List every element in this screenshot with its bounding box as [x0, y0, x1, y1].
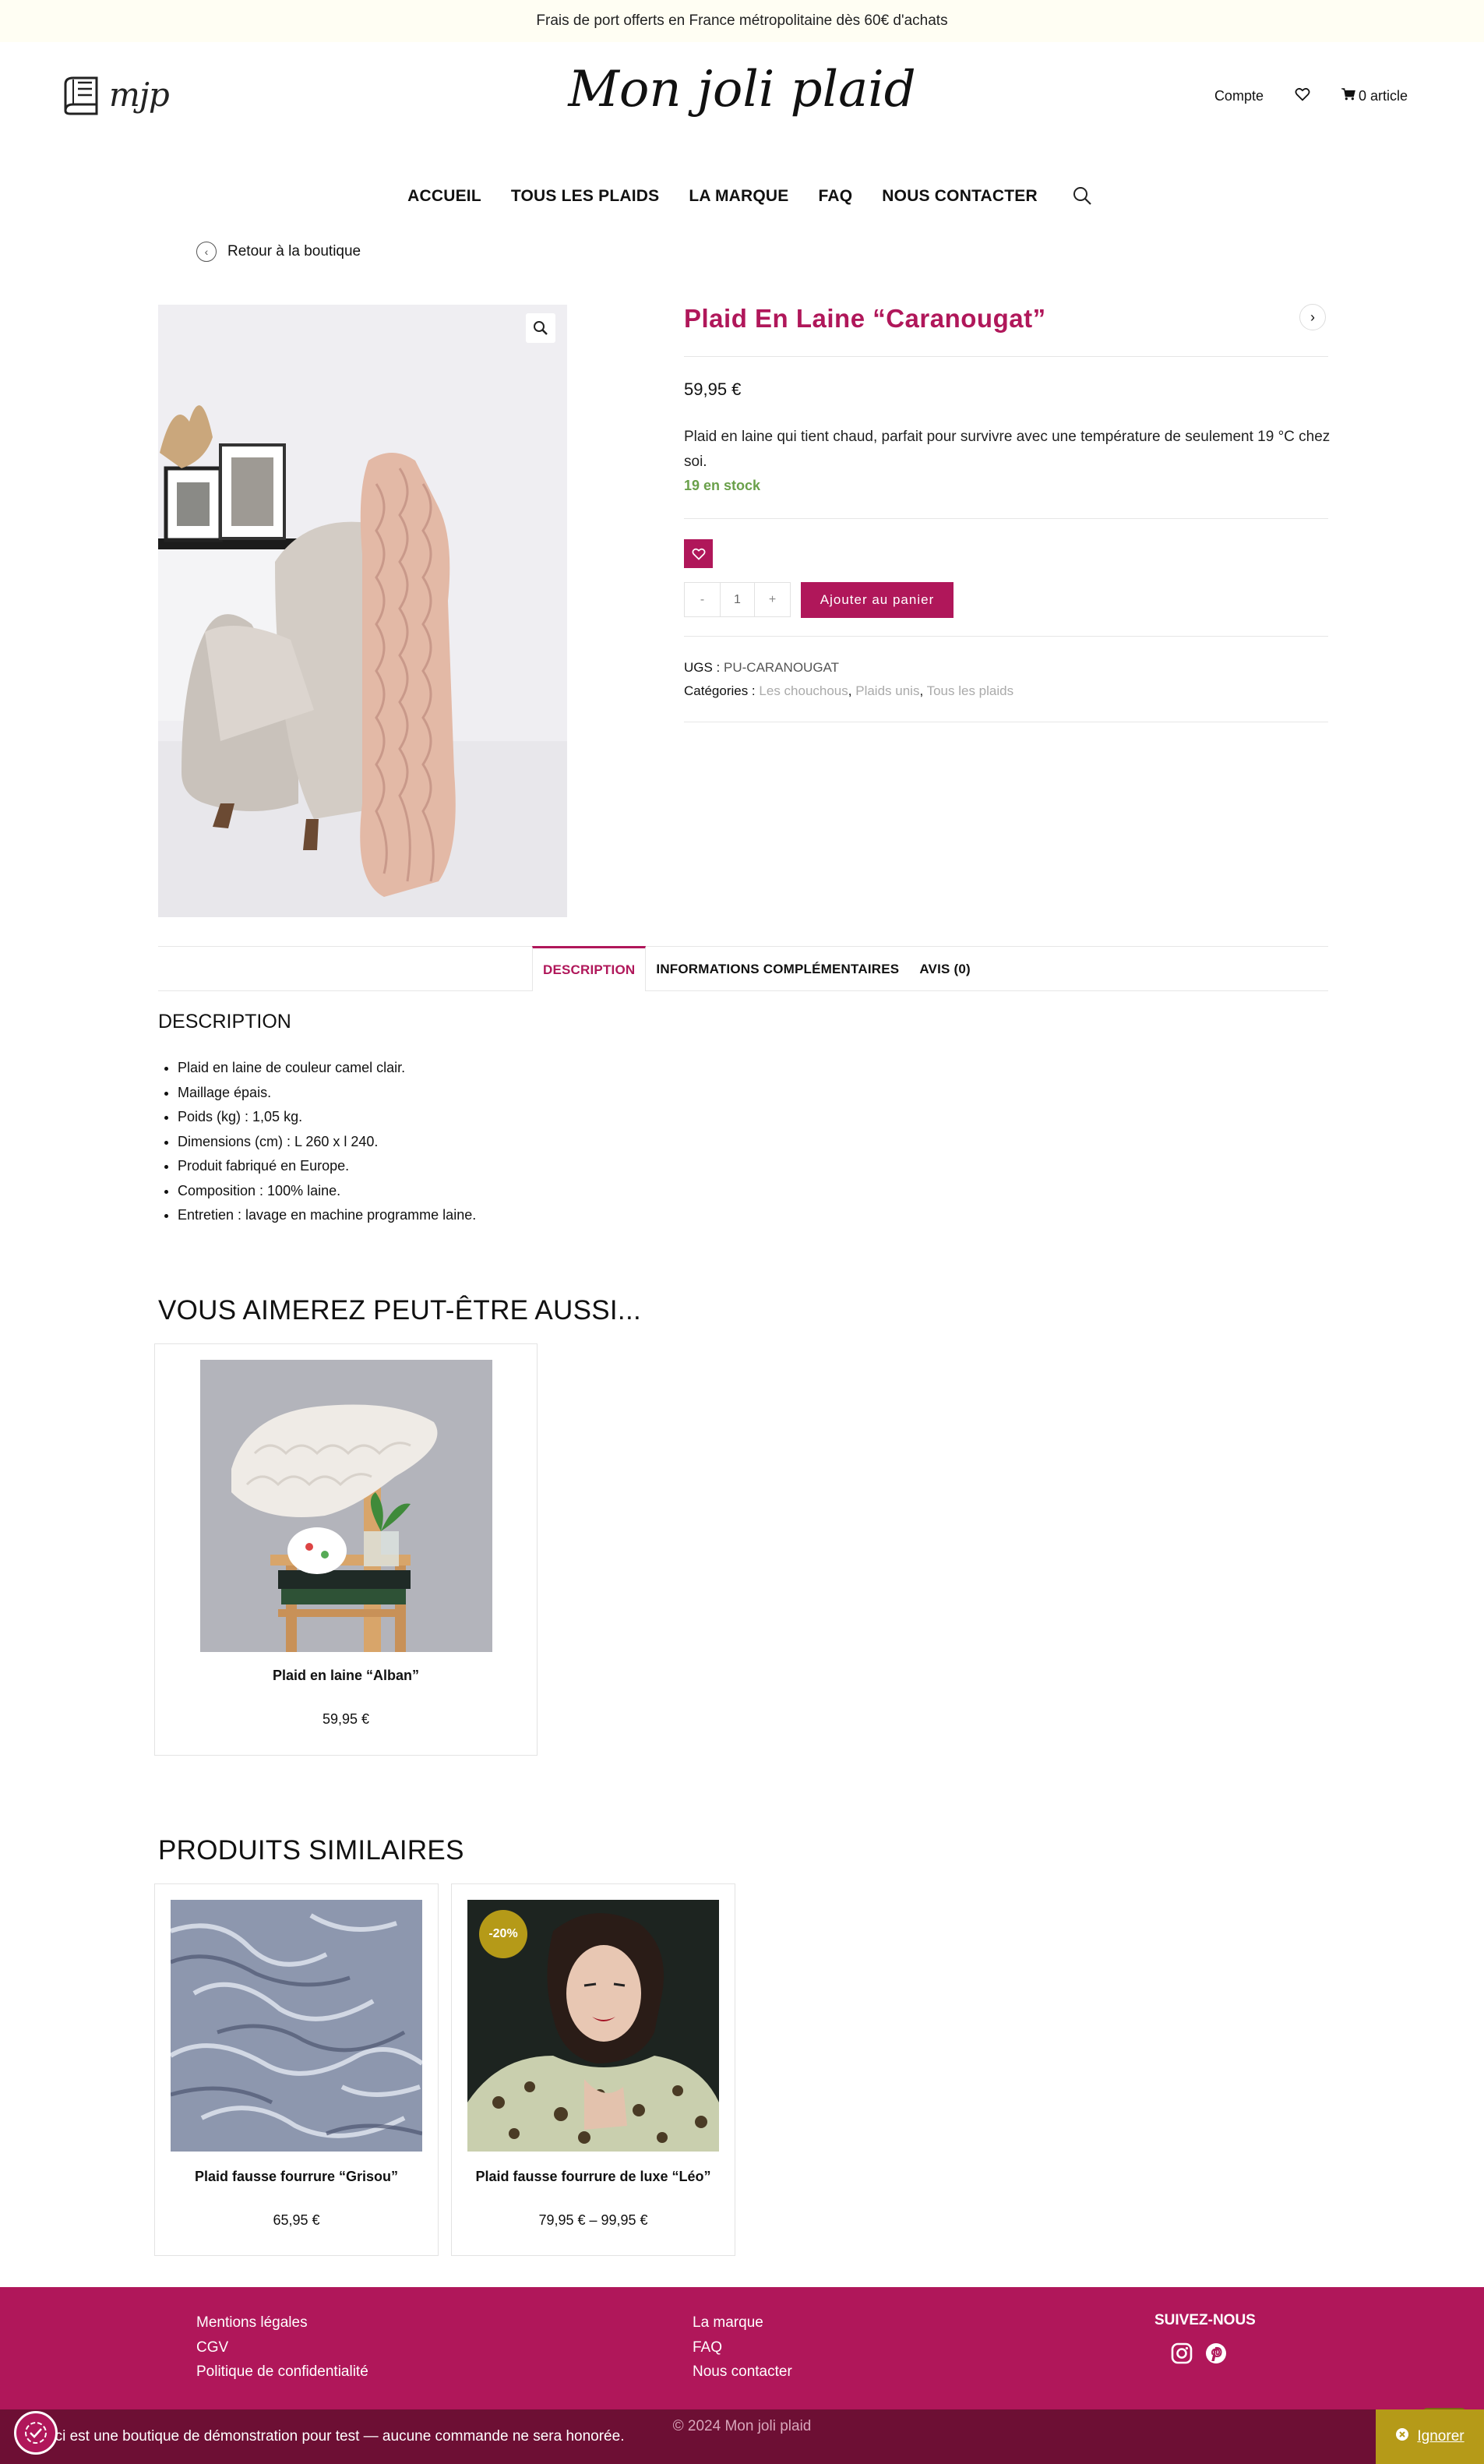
main-nav: ACCUEIL TOUS LES PLAIDS LA MARQUE FAQ NO… — [0, 187, 1484, 212]
separator: , — [919, 683, 927, 698]
account-link[interactable]: Compte — [1214, 88, 1264, 104]
wishlist-heart-icon[interactable] — [1295, 87, 1310, 105]
category-link[interactable]: Les chouchous — [759, 683, 848, 698]
qty-minus-button[interactable]: - — [685, 583, 720, 616]
sku-label: UGS : — [684, 660, 721, 675]
product-card[interactable]: Plaid en laine “Alban” 59,95 € — [154, 1343, 538, 1756]
store-notice: eci est une boutique de démonstration po… — [0, 2409, 1376, 2464]
category-link[interactable]: Tous les plaids — [927, 683, 1014, 698]
description-list: Plaid en laine de couleur camel clair. M… — [178, 1056, 476, 1228]
product-card-title[interactable]: Plaid en laine “Alban” — [155, 1668, 537, 1684]
divider — [684, 636, 1328, 637]
product-card[interactable]: Plaid fausse fourrure “Grisou” 65,95 € — [154, 1883, 439, 2256]
sku-value: PU-CARANOUGAT — [724, 660, 840, 675]
cookie-settings-icon[interactable] — [14, 2411, 58, 2455]
nav-item-accueil[interactable]: ACCUEIL — [407, 187, 481, 212]
qty-input[interactable]: 1 — [720, 583, 755, 616]
list-item: Poids (kg) : 1,05 kg. — [178, 1105, 476, 1130]
nav-item-la-marque[interactable]: LA MARQUE — [689, 187, 788, 212]
nav-item-tous-les-plaids[interactable]: TOUS LES PLAIDS — [511, 187, 659, 212]
header-actions: Compte 0 article — [1214, 87, 1408, 105]
product-card-title[interactable]: Plaid fausse fourrure “Grisou” — [155, 2169, 438, 2185]
product-card-price: 59,95 € — [322, 1711, 370, 1727]
tab-reviews[interactable]: AVIS (0) — [909, 947, 981, 991]
add-to-cart-button[interactable]: Ajouter au panier — [801, 582, 953, 618]
list-item: Composition : 100% laine. — [178, 1179, 476, 1204]
instagram-icon[interactable] — [1170, 2342, 1193, 2369]
upsell-heading: VOUS AIMEREZ PEUT-ÊTRE AUSSI... — [158, 1295, 641, 1326]
product-thumbnail[interactable] — [171, 1900, 422, 2152]
back-to-shop-link[interactable]: ‹ Retour à la boutique — [196, 242, 361, 262]
product-card-title[interactable]: Plaid fausse fourrure de luxe “Léo” — [452, 2169, 735, 2185]
footer-link-cgv[interactable]: CGV — [196, 2335, 368, 2360]
zoom-icon[interactable] — [526, 313, 555, 343]
category-link[interactable]: Plaids unis — [855, 683, 919, 698]
footer-link-privacy[interactable]: Politique de confidentialité — [196, 2360, 368, 2385]
list-item: Entretien : lavage en machine programme … — [178, 1203, 476, 1228]
cart-count: 0 article — [1358, 88, 1408, 104]
product-tabs: DESCRIPTION INFORMATIONS COMPLÉMENTAIRES… — [158, 946, 1328, 991]
add-to-wishlist-heart-icon[interactable] — [684, 539, 713, 568]
list-item: Produit fabriqué en Europe. — [178, 1154, 476, 1179]
cart-link[interactable]: 0 article — [1341, 88, 1408, 104]
product-card-price: 65,95 € — [273, 2212, 320, 2228]
list-item: Maillage épais. — [178, 1081, 476, 1106]
back-link-label: Retour à la boutique — [227, 243, 361, 259]
cart-icon — [1341, 88, 1355, 104]
footer-link-la-marque[interactable]: La marque — [693, 2310, 792, 2335]
close-circle-icon — [1395, 2427, 1409, 2446]
follow-us-heading: SUIVEZ-NOUS — [1154, 2312, 1256, 2328]
banner-text: Frais de port offerts en France métropol… — [536, 12, 948, 29]
short-description: Plaid en laine qui tient chaud, parfait … — [684, 429, 1331, 470]
dismiss-label: Ignorer — [1417, 2428, 1465, 2445]
divider — [684, 518, 1328, 519]
pinterest-icon[interactable] — [1204, 2342, 1228, 2369]
store-notice-text: eci est une boutique de démonstration po… — [47, 2428, 625, 2445]
tab-additional-information[interactable]: INFORMATIONS COMPLÉMENTAIRES — [646, 947, 909, 991]
search-icon[interactable] — [1072, 185, 1092, 210]
next-product-chevron-icon[interactable]: › — [1299, 304, 1326, 330]
footer-link-mentions-legales[interactable]: Mentions légales — [196, 2310, 368, 2335]
quantity-stepper: - 1 + — [684, 582, 791, 617]
categories-row: Catégories : Les chouchous, Plaids unis,… — [684, 683, 1013, 699]
tab-description[interactable]: DESCRIPTION — [532, 946, 647, 991]
sale-badge: -20% — [479, 1910, 527, 1958]
footer-link-faq[interactable]: FAQ — [693, 2335, 792, 2360]
product-thumbnail[interactable] — [200, 1360, 492, 1652]
dismiss-notice-button[interactable]: Ignorer — [1376, 2409, 1484, 2464]
free-shipping-banner: Frais de port offerts en France métropol… — [0, 0, 1484, 42]
social-links — [1170, 2342, 1228, 2369]
product-title: Plaid En Laine “Caranougat” — [684, 304, 1046, 333]
footer-link-contact[interactable]: Nous contacter — [693, 2360, 792, 2385]
related-heading: PRODUITS SIMILAIRES — [158, 1835, 464, 1866]
description-heading: DESCRIPTION — [158, 1011, 291, 1033]
footer-links-info: La marque FAQ Nous contacter — [693, 2310, 792, 2385]
chevron-left-icon: ‹ — [196, 242, 217, 262]
separator: , — [848, 683, 856, 698]
qty-plus-button[interactable]: + — [755, 583, 790, 616]
nav-item-nous-contacter[interactable]: NOUS CONTACTER — [882, 187, 1038, 212]
list-item: Plaid en laine de couleur camel clair. — [178, 1056, 476, 1081]
stock-status: 19 en stock — [684, 478, 761, 493]
nav-item-faq[interactable]: FAQ — [819, 187, 853, 212]
product-price: 59,95 € — [684, 379, 742, 399]
categories-label: Catégories : — [684, 683, 756, 698]
product-card-price: 79,95 € – 99,95 € — [538, 2212, 648, 2228]
footer-links-legal: Mentions légales CGV Politique de confid… — [196, 2310, 368, 2385]
divider — [684, 356, 1328, 357]
list-item: Dimensions (cm) : L 260 x l 240. — [178, 1130, 476, 1155]
sku-row: UGS : PU-CARANOUGAT — [684, 660, 839, 676]
product-image[interactable] — [158, 305, 567, 917]
